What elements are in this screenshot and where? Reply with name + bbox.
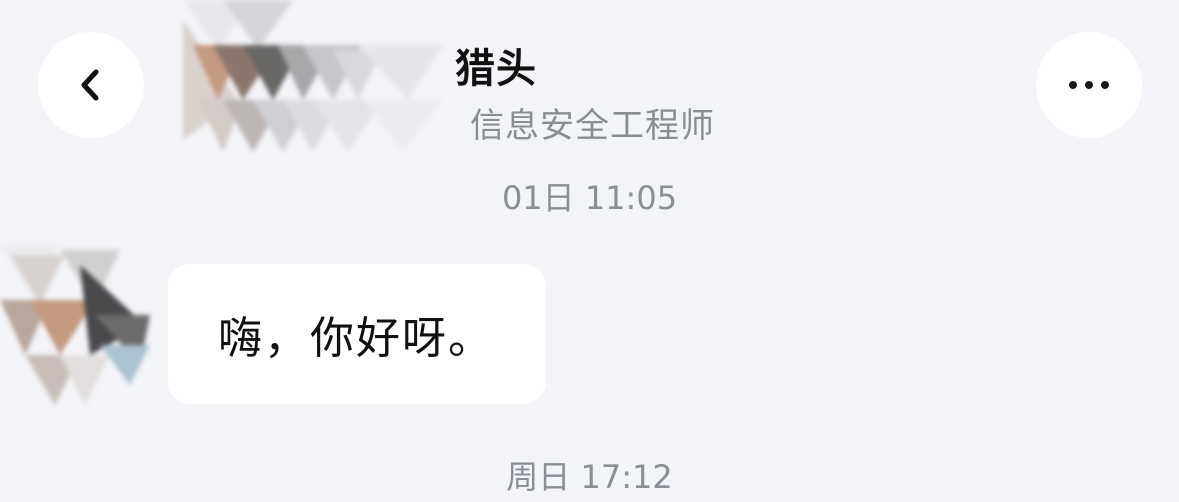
- more-horizontal-icon: [1065, 81, 1113, 89]
- contact-name: 猎头: [455, 46, 537, 92]
- contact-avatar[interactable]: [183, 0, 473, 152]
- back-button[interactable]: [38, 32, 144, 138]
- message-timestamp: 01日 11:05: [501, 179, 678, 217]
- message-bubble[interactable]: 嗨，你好呀。: [168, 264, 546, 404]
- contact-title: 信息安全工程师: [470, 106, 715, 146]
- chevron-left-icon: [81, 69, 99, 101]
- sender-avatar[interactable]: [0, 245, 150, 410]
- more-button[interactable]: [1036, 32, 1142, 138]
- message-timestamp: 周日 17:12: [506, 458, 673, 496]
- message-text: 嗨，你好呀。: [218, 313, 494, 364]
